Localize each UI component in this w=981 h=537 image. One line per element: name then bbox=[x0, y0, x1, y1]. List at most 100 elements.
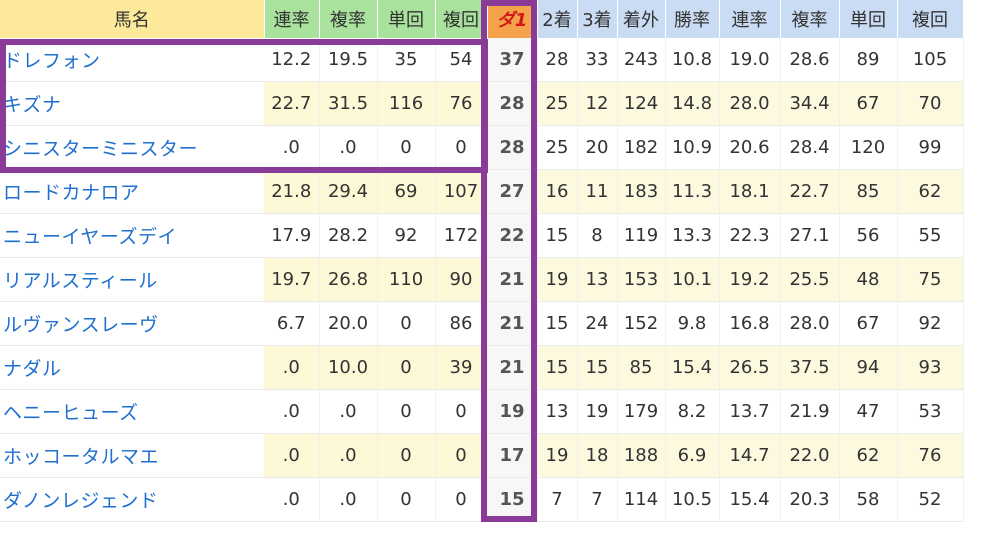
header-fukusho-rate[interactable]: 複率 bbox=[319, 0, 378, 38]
cell-place-return-2: 76 bbox=[897, 433, 964, 478]
cell-place-return: 90 bbox=[435, 257, 488, 302]
cell-rentai-rate: .0 bbox=[264, 125, 320, 170]
cell-unplaced: 114 bbox=[617, 477, 666, 522]
cell-dirt-wins: 28 bbox=[487, 125, 538, 170]
header-win-return[interactable]: 単回 bbox=[377, 0, 436, 38]
cell-place-return-2: 62 bbox=[897, 169, 964, 214]
cell-fukusho-rate: 29.4 bbox=[319, 169, 378, 214]
cell-win-rate: 11.3 bbox=[665, 169, 720, 214]
cell-unplaced: 182 bbox=[617, 125, 666, 170]
cell-rentai-rate: .0 bbox=[264, 433, 320, 478]
cell-place-return: 54 bbox=[435, 38, 488, 82]
cell-win-return: 69 bbox=[377, 169, 436, 214]
table-row: リアルスティール 19.7 26.8 110 90 21 19 13 153 10.1 19.2 25… bbox=[0, 257, 964, 302]
table-row: シニスターミニスター .0.0 0 0 28 25 20 182 10.9 20.6 28.4 120… bbox=[0, 125, 964, 170]
cell-win-return-2: 48 bbox=[839, 257, 898, 302]
cell-fukusho-rate: 31.5 bbox=[319, 81, 378, 126]
cell-unplaced: 85 bbox=[617, 345, 666, 390]
cell-win-rate: 9.8 bbox=[665, 301, 720, 346]
cell-dirt-wins: 17 bbox=[487, 433, 538, 478]
cell-second: 28 bbox=[537, 38, 578, 82]
cell-second: 15 bbox=[537, 213, 578, 258]
header-second[interactable]: 2着 bbox=[537, 0, 578, 38]
table-row: ニューイヤーズデイ 17.9 28.2 92 172 22 15 8 119 13.3 22.3 27… bbox=[0, 213, 964, 258]
cell-win-rate: 15.4 bbox=[665, 345, 720, 390]
cell-rentai-rate-2: 18.1 bbox=[719, 169, 781, 214]
cell-unplaced: 119 bbox=[617, 213, 666, 258]
header-win-rate[interactable]: 勝率 bbox=[665, 0, 720, 38]
cell-win-return-2: 58 bbox=[839, 477, 898, 522]
header-place-return[interactable]: 複回 bbox=[435, 0, 488, 38]
horse-name-link[interactable]: キズナ bbox=[0, 81, 264, 126]
cell-third: 15 bbox=[577, 345, 618, 390]
cell-fukusho-rate-2: 21.9 bbox=[780, 389, 840, 434]
cell-win-return: 0 bbox=[377, 477, 436, 522]
cell-fukusho-rate-2: 28.4 bbox=[780, 125, 840, 170]
cell-win-rate: 10.8 bbox=[665, 38, 720, 82]
cell-win-return: 116 bbox=[377, 81, 436, 126]
cell-rentai-rate: .0 bbox=[264, 389, 320, 434]
horse-name-link[interactable]: リアルスティール bbox=[0, 257, 264, 302]
cell-win-return: 35 bbox=[377, 38, 436, 82]
horse-name-link[interactable]: ホッコータルマエ bbox=[0, 433, 264, 478]
cell-rentai-rate-2: 14.7 bbox=[719, 433, 781, 478]
cell-rentai-rate: 22.7 bbox=[264, 81, 320, 126]
horse-name-link[interactable]: ニューイヤーズデイ bbox=[0, 213, 264, 258]
header-fukusho-rate-2[interactable]: 複率 bbox=[780, 0, 840, 38]
cell-dirt-wins: 28 bbox=[487, 81, 538, 126]
cell-place-return-2: 70 bbox=[897, 81, 964, 126]
cell-fukusho-rate-2: 22.0 bbox=[780, 433, 840, 478]
horse-name-link[interactable]: ロードカナロア bbox=[0, 169, 264, 214]
cell-rentai-rate-2: 28.0 bbox=[719, 81, 781, 126]
cell-win-return-2: 67 bbox=[839, 81, 898, 126]
cell-third: 13 bbox=[577, 257, 618, 302]
cell-rentai-rate: 19.7 bbox=[264, 257, 320, 302]
cell-dirt-wins: 22 bbox=[487, 213, 538, 258]
table-row: ロードカナロア 21.8 29.4 69 107 27 16 11 183 11.3 18.1 22.… bbox=[0, 169, 964, 214]
cell-rentai-rate-2: 26.5 bbox=[719, 345, 781, 390]
horse-name-link[interactable]: ダノンレジェンド bbox=[0, 477, 264, 522]
header-rentai-rate[interactable]: 連率 bbox=[264, 0, 320, 38]
cell-unplaced: 179 bbox=[617, 389, 666, 434]
cell-win-return-2: 85 bbox=[839, 169, 898, 214]
horse-name-link[interactable]: ルヴァンスレーヴ bbox=[0, 301, 264, 346]
cell-unplaced: 153 bbox=[617, 257, 666, 302]
cell-place-return: 172 bbox=[435, 213, 488, 258]
cell-fukusho-rate-2: 28.0 bbox=[780, 301, 840, 346]
cell-place-return-2: 52 bbox=[897, 477, 964, 522]
cell-third: 8 bbox=[577, 213, 618, 258]
cell-place-return: 0 bbox=[435, 433, 488, 478]
header-name[interactable]: 馬名 bbox=[0, 0, 265, 38]
cell-place-return: 86 bbox=[435, 301, 488, 346]
cell-rentai-rate-2: 19.0 bbox=[719, 38, 781, 82]
header-place-return-2[interactable]: 複回 bbox=[897, 0, 964, 38]
cell-win-return: 92 bbox=[377, 213, 436, 258]
header-rentai-rate-2[interactable]: 連率 bbox=[719, 0, 781, 38]
horse-name-link[interactable]: ドレフォン bbox=[0, 38, 264, 82]
cell-third: 12 bbox=[577, 81, 618, 126]
horse-name-link[interactable]: ヘニーヒューズ bbox=[0, 389, 264, 434]
cell-win-return: 110 bbox=[377, 257, 436, 302]
cell-win-rate: 13.3 bbox=[665, 213, 720, 258]
header-dirt-wins[interactable]: ダ1 bbox=[487, 0, 538, 38]
cell-second: 19 bbox=[537, 433, 578, 478]
cell-win-return-2: 62 bbox=[839, 433, 898, 478]
header-third[interactable]: 3着 bbox=[577, 0, 618, 38]
cell-second: 15 bbox=[537, 345, 578, 390]
sire-stats-table: 馬名 連率 複率 単回 複回 ダ1 2着 3着 着外 勝率 連率 複率 単回 複… bbox=[0, 0, 964, 522]
cell-win-rate: 8.2 bbox=[665, 389, 720, 434]
cell-fukusho-rate-2: 22.7 bbox=[780, 169, 840, 214]
cell-third: 18 bbox=[577, 433, 618, 478]
cell-fukusho-rate: .0 bbox=[319, 125, 378, 170]
header-unplaced[interactable]: 着外 bbox=[617, 0, 666, 38]
header-win-return-2[interactable]: 単回 bbox=[839, 0, 898, 38]
cell-third: 11 bbox=[577, 169, 618, 214]
horse-name-link[interactable]: シニスターミニスター bbox=[0, 125, 264, 170]
cell-fukusho-rate-2: 28.6 bbox=[780, 38, 840, 82]
cell-win-return: 0 bbox=[377, 345, 436, 390]
cell-place-return: 76 bbox=[435, 81, 488, 126]
cell-win-return: 0 bbox=[377, 301, 436, 346]
cell-rentai-rate: .0 bbox=[264, 345, 320, 390]
cell-fukusho-rate-2: 27.1 bbox=[780, 213, 840, 258]
horse-name-link[interactable]: ナダル bbox=[0, 345, 264, 390]
